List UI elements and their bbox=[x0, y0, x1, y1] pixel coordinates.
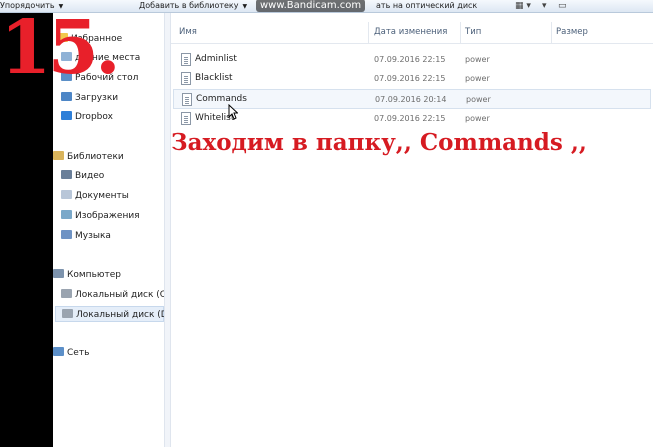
dropbox-icon bbox=[61, 111, 72, 120]
nav-music[interactable]: Музыка bbox=[61, 228, 111, 244]
file-icon bbox=[181, 112, 191, 125]
column-separator[interactable] bbox=[460, 22, 461, 44]
column-size[interactable]: Размер bbox=[556, 27, 588, 37]
nav-label: Dropbox bbox=[75, 112, 113, 122]
pictures-icon bbox=[61, 210, 72, 219]
file-name: Blacklist bbox=[195, 73, 233, 83]
file-icon bbox=[182, 93, 192, 106]
nav-network[interactable]: Сеть bbox=[53, 345, 89, 361]
nav-label: Документы bbox=[75, 191, 129, 201]
nav-drive-d[interactable]: Локальный диск (D:) bbox=[55, 306, 174, 322]
pane-splitter[interactable] bbox=[164, 13, 171, 447]
preview-pane-icon[interactable]: ▭ bbox=[558, 0, 567, 13]
explorer-window: Упорядочить ▼ Добавить в библиотеку ▼ www.… bbox=[0, 0, 653, 447]
file-date: 07.09.2016 22:15 bbox=[374, 74, 446, 83]
network-icon bbox=[53, 347, 64, 356]
music-icon bbox=[61, 230, 72, 239]
nav-dropbox[interactable]: Dropbox bbox=[61, 109, 113, 125]
nav-downloads[interactable]: Загрузки bbox=[61, 90, 118, 106]
column-header-row: Имя Дата изменения Тип Размер bbox=[171, 22, 653, 44]
chevron-down-icon: ▼ bbox=[242, 3, 248, 10]
nav-libraries[interactable]: Библиотеки bbox=[53, 149, 124, 165]
column-separator[interactable] bbox=[551, 22, 552, 44]
column-date[interactable]: Дата изменения bbox=[374, 27, 447, 37]
column-name[interactable]: Имя bbox=[179, 27, 197, 37]
caption-overlay: Заходим в папку,, Commands ,, bbox=[171, 129, 587, 156]
nav-label: Изображения bbox=[75, 211, 140, 221]
bandicam-watermark: www.Bandicam.com bbox=[256, 0, 366, 12]
drive-icon bbox=[61, 289, 72, 298]
nav-label: Локальный диск (C:) bbox=[75, 290, 173, 300]
nav-video[interactable]: Видео bbox=[61, 168, 104, 184]
nav-label: Компьютер bbox=[67, 270, 121, 280]
table-row[interactable]: Blacklist 07.09.2016 22:15 power bbox=[173, 69, 651, 89]
nav-computer[interactable]: Компьютер bbox=[53, 267, 121, 283]
table-row[interactable]: Commands 07.09.2016 20:14 power bbox=[173, 89, 651, 109]
nav-pictures[interactable]: Изображения bbox=[61, 208, 140, 224]
file-date: 07.09.2016 22:15 bbox=[374, 114, 446, 123]
burn-button[interactable]: ать на оптический диск bbox=[376, 0, 477, 13]
burn-label: ать на оптический диск bbox=[376, 1, 478, 10]
step-number-overlay: 15. bbox=[0, 5, 121, 91]
file-icon bbox=[181, 72, 191, 85]
table-row[interactable]: Whitelist 07.09.2016 22:15 power bbox=[173, 109, 651, 129]
nav-label: Музыка bbox=[75, 231, 111, 241]
table-row[interactable]: Adminlist 07.09.2016 22:15 power bbox=[173, 50, 651, 70]
computer-icon bbox=[53, 269, 64, 278]
file-type: power bbox=[466, 95, 491, 104]
file-type: power bbox=[465, 74, 490, 83]
nav-documents[interactable]: Документы bbox=[61, 188, 129, 204]
file-date: 07.09.2016 20:14 bbox=[375, 95, 447, 104]
nav-label: Видео bbox=[75, 171, 105, 181]
file-list-pane: Имя Дата изменения Тип Размер Adminlist … bbox=[171, 13, 653, 447]
file-icon bbox=[181, 53, 191, 66]
file-type: power bbox=[465, 114, 490, 123]
file-type: power bbox=[465, 55, 490, 64]
file-name: Adminlist bbox=[195, 54, 237, 64]
nav-drive-c[interactable]: Локальный диск (C:) bbox=[61, 287, 173, 303]
file-date: 07.09.2016 22:15 bbox=[374, 55, 446, 64]
downloads-icon bbox=[61, 92, 72, 101]
column-type[interactable]: Тип bbox=[465, 27, 481, 37]
add-to-library-button[interactable]: Добавить в библиотеку ▼ bbox=[139, 0, 247, 13]
nav-label: Загрузки bbox=[75, 93, 119, 103]
nav-label: Библиотеки bbox=[67, 152, 124, 162]
nav-label: Локальный диск (D:) bbox=[76, 310, 175, 320]
video-icon bbox=[61, 170, 72, 179]
view-options-icon[interactable]: ▦ ▾ bbox=[515, 0, 531, 13]
documents-icon bbox=[61, 190, 72, 199]
mouse-cursor-icon bbox=[228, 103, 239, 123]
column-separator[interactable] bbox=[368, 22, 369, 44]
add-to-library-label: Добавить в библиотеку bbox=[139, 1, 239, 10]
drive-icon bbox=[62, 309, 73, 318]
libraries-icon bbox=[53, 151, 64, 160]
chevron-down-icon[interactable]: ▾ bbox=[542, 0, 547, 13]
file-name: Commands bbox=[196, 94, 247, 104]
nav-label: Сеть bbox=[67, 348, 90, 358]
